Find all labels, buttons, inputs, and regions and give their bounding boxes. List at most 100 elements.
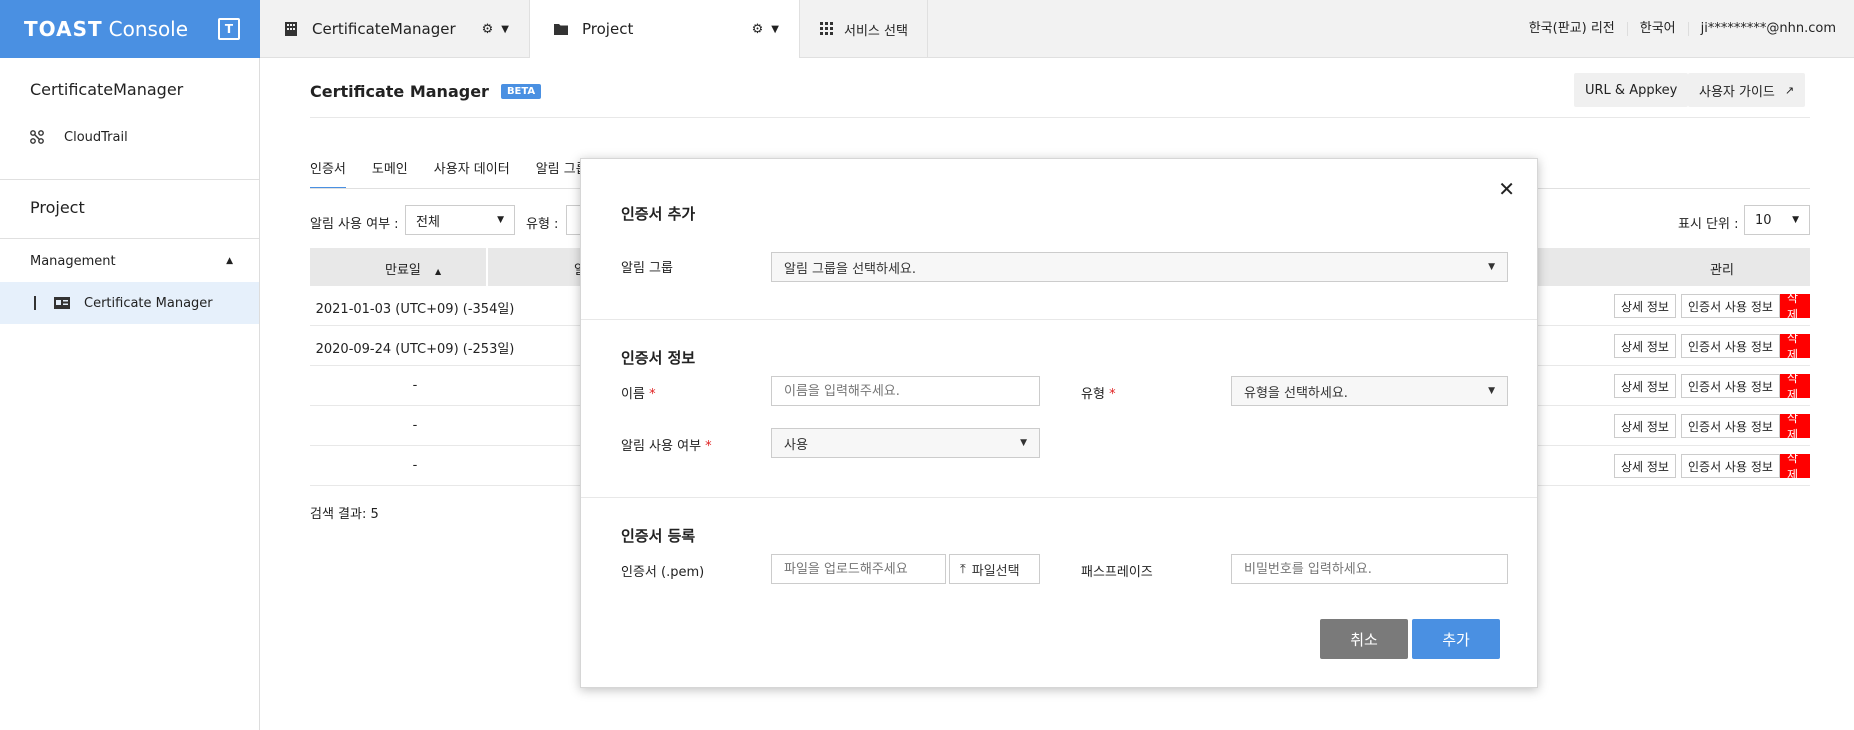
- expiry-cell: 2021-01-03 (UTC+09) (-354일): [315, 302, 515, 317]
- folder-icon: [554, 24, 568, 35]
- console-logo[interactable]: TOAST Console T: [0, 0, 260, 58]
- chevron-down-icon: ▼: [497, 215, 504, 225]
- sidebar-divider: [0, 238, 259, 239]
- tab-certificate[interactable]: 인증서: [310, 158, 346, 189]
- url-appkey-button[interactable]: URL & Appkey: [1574, 73, 1689, 107]
- notify-use-label-text: 알림 사용 여부: [621, 439, 702, 454]
- search-result-count: 검색 결과: 5: [310, 507, 379, 522]
- usage-info-button[interactable]: 인증서 사용 정보: [1681, 454, 1780, 478]
- delete-button[interactable]: 삭제: [1780, 371, 1810, 402]
- user-account[interactable]: ji*********@nhn.com: [1687, 22, 1848, 36]
- tab-service-select[interactable]: 서비스 선택: [800, 0, 928, 58]
- display-unit-value: 10: [1755, 212, 1772, 228]
- logo-subtext: Console: [108, 17, 189, 41]
- column-divider: [486, 248, 488, 286]
- type-label: 유형 *: [1081, 383, 1116, 402]
- notify-use-select[interactable]: 사용 ▼: [771, 428, 1040, 458]
- notify-filter-select[interactable]: 전체 ▼: [405, 205, 515, 235]
- detail-button[interactable]: 상세 정보: [1614, 454, 1676, 478]
- external-link-icon: ↗: [1784, 83, 1795, 97]
- detail-button[interactable]: 상세 정보: [1614, 334, 1676, 358]
- region-selector[interactable]: 한국(판교) 리전: [1517, 22, 1627, 36]
- name-input[interactable]: [771, 376, 1040, 406]
- cert-file-label: 인증서 (.pem): [621, 565, 705, 580]
- usage-info-button[interactable]: 인증서 사용 정보: [1681, 294, 1780, 318]
- logo-badge-icon[interactable]: T: [218, 18, 240, 40]
- required-mark: *: [705, 439, 712, 454]
- delete-button[interactable]: 삭제: [1780, 451, 1810, 482]
- required-mark: *: [649, 387, 656, 402]
- top-bar: TOAST Console T CertificateManager ⚙ ▼ P…: [0, 0, 1854, 58]
- type-select[interactable]: 유형을 선택하세요. ▼: [1231, 376, 1508, 406]
- usage-info-button[interactable]: 인증서 사용 정보: [1681, 414, 1780, 438]
- sort-icon[interactable]: ▲: [435, 267, 441, 276]
- cancel-button[interactable]: 취소: [1320, 619, 1408, 659]
- logo-text: TOAST: [24, 17, 103, 41]
- expiry-header[interactable]: 만료일 ▲: [385, 259, 441, 278]
- name-label-text: 이름: [621, 387, 645, 402]
- tab-project[interactable]: Project ⚙ ▼: [530, 0, 800, 58]
- add-button[interactable]: 추가: [1412, 619, 1500, 659]
- usage-info-button[interactable]: 인증서 사용 정보: [1681, 374, 1780, 398]
- gear-icon[interactable]: ⚙: [752, 22, 764, 37]
- close-icon[interactable]: ✕: [1498, 177, 1515, 201]
- display-unit-select[interactable]: 10 ▼: [1744, 205, 1810, 235]
- chevron-down-icon[interactable]: ▼: [771, 24, 779, 35]
- expiry-cell: -: [412, 378, 418, 393]
- delete-button[interactable]: 삭제: [1780, 331, 1810, 362]
- tab-user-data[interactable]: 사용자 데이터: [434, 158, 510, 189]
- delete-button[interactable]: 삭제: [1780, 411, 1810, 442]
- notify-group-label: 알림 그룹: [621, 261, 673, 276]
- file-select-button[interactable]: ⤒ 파일선택: [949, 554, 1040, 584]
- passphrase-input[interactable]: [1231, 554, 1508, 584]
- sidebar-item-cloudtrail[interactable]: CloudTrail: [0, 116, 259, 158]
- add-certificate-modal: ✕ 인증서 추가 알림 그룹 알림 그룹을 선택하세요. ▼ 인증서 정보 이름…: [580, 158, 1538, 688]
- top-right-menu: 한국(판교) 리전 한국어 ji*********@nhn.com: [1517, 0, 1848, 58]
- sidebar-item-label: Certificate Manager: [84, 295, 213, 311]
- tab-label: Project: [582, 20, 634, 38]
- page-title: Certificate Manager BETA: [310, 82, 542, 101]
- register-section-title: 인증서 등록: [621, 527, 696, 545]
- tab-domain[interactable]: 도메인: [372, 158, 408, 189]
- sidebar-item-certificate-manager[interactable]: Certificate Manager: [0, 282, 259, 324]
- chevron-up-icon[interactable]: ▲: [226, 256, 233, 266]
- cloudtrail-icon: [30, 130, 44, 144]
- chevron-down-icon: ▼: [1488, 262, 1495, 272]
- chevron-down-icon[interactable]: ▼: [501, 24, 509, 35]
- active-indicator: [34, 296, 36, 310]
- type-placeholder: 유형을 선택하세요.: [1244, 385, 1348, 401]
- building-icon: [285, 22, 297, 36]
- detail-button[interactable]: 상세 정보: [1614, 414, 1676, 438]
- grid-icon: [820, 22, 833, 35]
- usage-info-button[interactable]: 인증서 사용 정보: [1681, 334, 1780, 358]
- tab-certificatemanager[interactable]: CertificateManager ⚙ ▼: [260, 0, 530, 58]
- name-label: 이름 *: [621, 383, 656, 402]
- page-title-text: Certificate Manager: [310, 82, 489, 101]
- section-divider: [581, 319, 1537, 320]
- upload-icon: ⤒: [960, 561, 966, 577]
- required-mark: *: [1109, 387, 1116, 402]
- notify-filter-label: 알림 사용 여부 :: [310, 217, 399, 232]
- sidebar-group-management[interactable]: Management ▲: [0, 240, 259, 282]
- notify-use-value: 사용: [784, 437, 808, 453]
- beta-badge: BETA: [500, 84, 542, 99]
- sidebar-service-title: CertificateManager: [30, 80, 184, 99]
- gear-icon[interactable]: ⚙: [482, 22, 494, 37]
- cert-file-input[interactable]: [771, 554, 946, 584]
- user-guide-button[interactable]: 사용자 가이드 ↗: [1688, 73, 1806, 107]
- delete-button[interactable]: 삭제: [1780, 291, 1810, 322]
- language-selector[interactable]: 한국어: [1626, 22, 1688, 36]
- detail-button[interactable]: 상세 정보: [1614, 294, 1676, 318]
- tab-label: CertificateManager: [312, 20, 456, 38]
- sidebar: CertificateManager CloudTrail Project Ma…: [0, 58, 260, 730]
- title-divider: [310, 117, 1810, 118]
- passphrase-label: 패스프레이즈: [1081, 565, 1153, 580]
- notify-filter-value: 전체: [416, 214, 440, 230]
- manage-header: 관리: [1710, 263, 1734, 278]
- display-unit-label: 표시 단위 :: [1678, 217, 1739, 232]
- sidebar-project-title: Project: [30, 198, 85, 217]
- detail-button[interactable]: 상세 정보: [1614, 374, 1676, 398]
- notify-group-select[interactable]: 알림 그룹을 선택하세요. ▼: [771, 252, 1508, 282]
- expiry-cell: -: [412, 418, 418, 433]
- sidebar-divider: [0, 179, 259, 180]
